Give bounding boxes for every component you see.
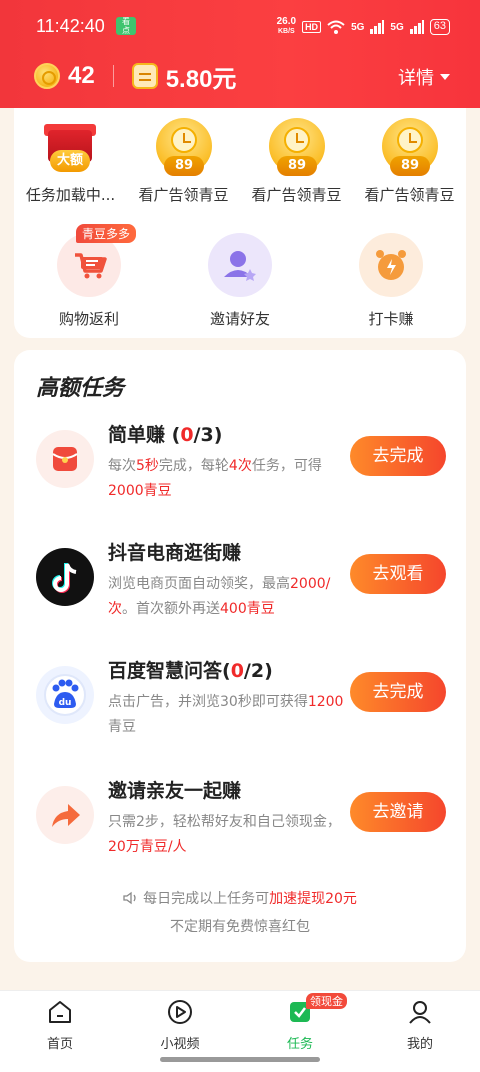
- complete-task-button[interactable]: 去完成: [350, 672, 446, 712]
- task-title: 邀请亲友一起赚: [108, 780, 242, 802]
- surprise-note: 不定期有免费惊喜红包: [170, 919, 310, 935]
- watch-ad-label: 看广告领青豆: [138, 186, 229, 204]
- svg-text:du: du: [59, 698, 72, 708]
- coin-balance[interactable]: 42: [68, 62, 95, 90]
- home-indicator[interactable]: [160, 1057, 320, 1062]
- ad-task-row: 大额 任务加载中... 89 看广告领青豆 89 看广告领青豆 89 看广告领青…: [14, 114, 466, 214]
- watch-button[interactable]: 去观看: [350, 554, 446, 594]
- gift-tag: 大额: [50, 150, 90, 172]
- coin-icon: [34, 63, 60, 89]
- watch-ad-label: 看广告领青豆: [364, 186, 455, 204]
- high-reward-tasks-card: 高额任务 简单赚 (0/3) 每次5秒完成，每轮4次任务，可得2000青豆 去完…: [14, 350, 466, 962]
- cash-balance[interactable]: 5.80元: [166, 59, 237, 94]
- watch-ad-label: 看广告领青豆: [251, 186, 342, 204]
- task-douyin-shopping: 抖音电商逛街赚 浏览电商页面自动领奖，最高2000/次。首次额外再送400青豆 …: [14, 538, 466, 648]
- divider: [112, 65, 114, 87]
- signal-5g-icon-2: 5G: [390, 21, 404, 33]
- section-title: 高额任务: [36, 376, 125, 401]
- status-bar: 11:42:40 看点 26.0 KB/S HD 5G 5G 63: [0, 0, 480, 56]
- home-icon: [49, 1001, 71, 1023]
- timer-medal-icon: 89: [156, 118, 212, 176]
- task-invite-friends: 邀请亲友一起赚 只需2步，轻松帮好友和自己领现金，20万青豆/人 去邀请: [14, 776, 466, 886]
- nav-profile-label: 我的: [406, 1037, 433, 1052]
- cash-badge: 领现金: [306, 993, 347, 1009]
- task-title: 简单赚 (0/3): [108, 424, 223, 446]
- task-title: 抖音电商逛街赚: [108, 542, 242, 564]
- baidu-paw-icon: du: [36, 666, 94, 724]
- share-arrow-icon: [36, 786, 94, 844]
- invite-button[interactable]: 去邀请: [350, 792, 446, 832]
- invite-user-icon: [208, 233, 272, 297]
- status-time: 11:42:40: [36, 16, 105, 36]
- nav-home-label: 首页: [46, 1037, 73, 1052]
- timer-medal-icon: 89: [382, 118, 438, 176]
- task-description: 只需2步，轻松帮好友和自己领现金，20万青豆/人: [108, 814, 341, 855]
- signal-5g-icon: 5G: [351, 21, 365, 33]
- nav-tasks-label: 任务: [286, 1037, 313, 1052]
- timer-medal-icon: 89: [269, 118, 325, 176]
- wallet-icon: [131, 63, 158, 89]
- balance-row: 42 5.80元: [34, 58, 236, 94]
- profile-icon: [409, 1001, 431, 1024]
- invite-friends-label: 邀请好友: [209, 310, 270, 328]
- header: 11:42:40 看点 26.0 KB/S HD 5G 5G 63 42 5.80…: [0, 0, 480, 108]
- status-indicators: 26.0 KB/S HD 5G 5G 63: [277, 14, 450, 40]
- alarm-clock-icon: [359, 233, 423, 297]
- quick-tasks-card: 大额 任务加载中... 89 看广告领青豆 89 看广告领青豆 89 看广告领青…: [14, 108, 466, 338]
- speaker-icon: [123, 891, 136, 905]
- task-baidu-qa: du 百度智慧问答(0/2) 点击广告，并浏览30秒即可获得1200青豆 去完成: [14, 656, 466, 766]
- task-simple-earn: 简单赚 (0/3) 每次5秒完成，每轮4次任务，可得2000青豆 去完成: [14, 420, 466, 530]
- red-envelope-icon: [36, 430, 94, 488]
- caret-down-icon: [440, 74, 450, 80]
- play-icon: [168, 1000, 192, 1024]
- shopping-rebate-label: 购物返利: [58, 310, 119, 328]
- hd-icon: HD: [302, 21, 322, 33]
- details-button[interactable]: 详情: [398, 64, 450, 90]
- app-notification-icon: 看点: [116, 17, 136, 35]
- check-in-label: 打卡赚: [368, 310, 414, 328]
- task-description: 点击广告，并浏览30秒即可获得1200青豆: [108, 694, 344, 735]
- complete-task-button[interactable]: 去完成: [350, 436, 446, 476]
- task-title: 百度智慧问答(0/2): [108, 660, 273, 682]
- gift-box-icon: 大额: [44, 120, 96, 176]
- task-description: 浏览电商页面自动领奖，最高2000/次。首次额外再送400青豆: [108, 576, 331, 617]
- network-speed: 26.0 KB/S: [276, 16, 297, 36]
- task-loading-label: 任务加载中...: [25, 186, 116, 204]
- task-description: 每次5秒完成，每轮4次任务，可得2000青豆: [108, 458, 322, 499]
- wifi-icon: [327, 20, 345, 34]
- details-label: 详情: [398, 68, 434, 89]
- tiktok-icon: [36, 548, 94, 606]
- signal-icon: [370, 20, 385, 34]
- promo-badge: 青豆多多: [76, 224, 137, 243]
- daily-bonus-note: 每日完成以上任务可加速提现20元: [14, 888, 466, 908]
- nav-short-video-label: 小视频: [160, 1037, 200, 1052]
- signal-icon-2: [409, 20, 424, 34]
- battery-icon: 63: [429, 19, 450, 35]
